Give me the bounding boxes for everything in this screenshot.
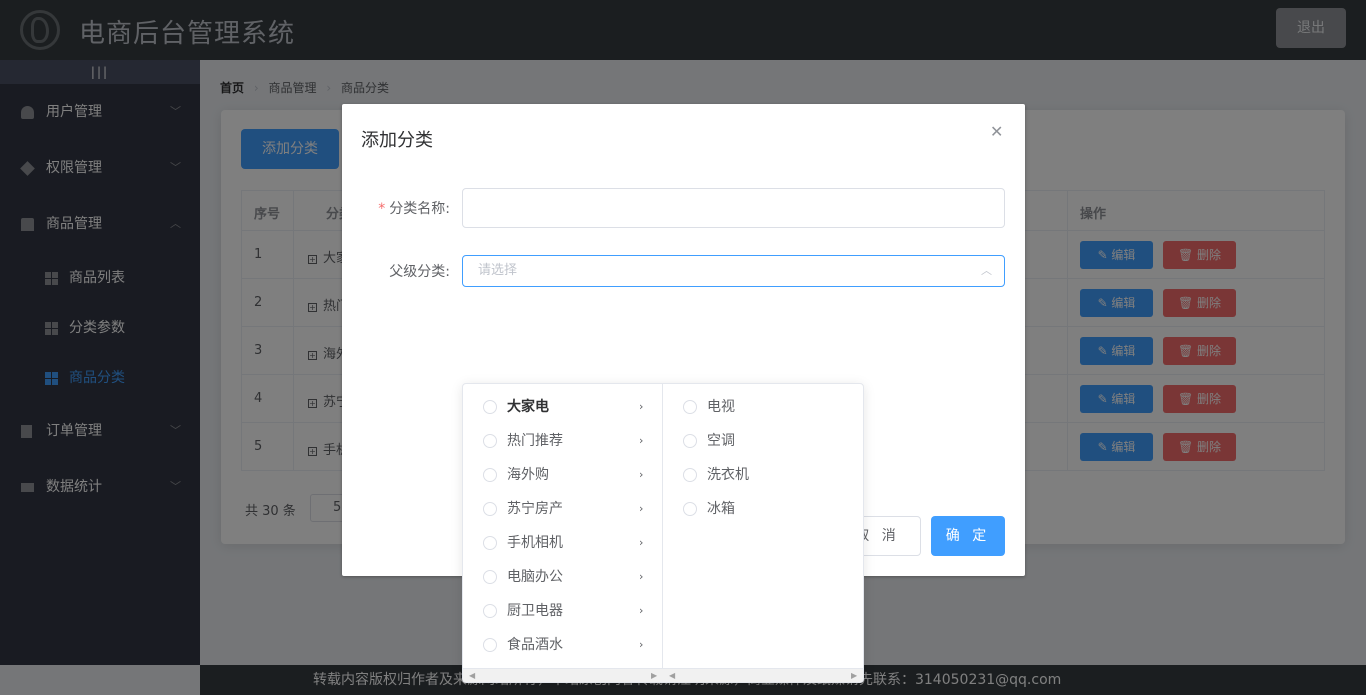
radio-icon[interactable] [483, 502, 497, 516]
radio-icon[interactable] [483, 400, 497, 414]
category-name-label: * 分类名称: [378, 201, 450, 217]
scroll-right-icon[interactable]: ▶ [651, 669, 657, 682]
chevron-right-icon: › [639, 604, 644, 617]
radio-icon[interactable] [483, 536, 497, 550]
cascader-option[interactable]: 冰箱 [663, 492, 863, 526]
cascader-option[interactable]: 电视 [663, 390, 863, 424]
chevron-right-icon: › [639, 434, 644, 447]
chevron-right-icon: › [639, 468, 644, 481]
chevron-right-icon: › [639, 400, 644, 413]
chevron-right-icon: › [639, 502, 644, 515]
radio-icon[interactable] [683, 468, 697, 482]
cascader-option[interactable]: 手机相机 › [463, 526, 663, 560]
cascader-option[interactable]: 空调 [663, 424, 863, 458]
radio-icon[interactable] [683, 400, 697, 414]
dialog-title: 添加分类 [361, 130, 433, 151]
cascader-option[interactable]: 大家电 › [463, 390, 663, 424]
close-icon[interactable]: ✕ [990, 122, 1003, 141]
chevron-right-icon: › [639, 570, 644, 583]
chevron-right-icon: › [639, 638, 644, 651]
category-name-input[interactable] [462, 188, 1005, 228]
cascader-panel-level2: 电视 空调 洗衣机 冰箱 [663, 384, 863, 682]
radio-icon[interactable] [483, 570, 497, 584]
radio-icon[interactable] [483, 434, 497, 448]
scroll-left-icon[interactable]: ◀ [469, 669, 475, 682]
cascader-option[interactable]: 海外购 › [463, 458, 663, 492]
chevron-right-icon: › [639, 536, 644, 549]
chevron-up-icon: ︿ [981, 264, 992, 277]
cascader-option[interactable]: 苏宁房产 › [463, 492, 663, 526]
scroll-left-icon[interactable]: ◀ [669, 669, 675, 682]
cascader-option[interactable]: 厨卫电器 › [463, 594, 663, 628]
cascader-dropdown: 大家电 › 热门推荐 › 海外购 › 苏宁房产 › 手机相机 › 电脑办公 › 厨卫电器 › … [462, 383, 864, 683]
cascader-option[interactable]: 热门推荐 › [463, 424, 663, 458]
radio-icon[interactable] [683, 434, 697, 448]
radio-icon[interactable] [483, 604, 497, 618]
cascader-option[interactable]: 食品酒水 › [463, 628, 663, 662]
radio-icon[interactable] [483, 638, 497, 652]
scroll-right-icon[interactable]: ▶ [851, 669, 857, 682]
cascader-placeholder: 请选择 [478, 263, 518, 278]
parent-category-cascader[interactable]: 请选择 ︿ [462, 255, 1005, 287]
radio-icon[interactable] [483, 468, 497, 482]
radio-icon[interactable] [683, 502, 697, 516]
cascader-option[interactable]: 电脑办公 › [463, 560, 663, 594]
confirm-button[interactable]: 确 定 [931, 516, 1005, 556]
parent-category-label: 父级分类: [389, 264, 450, 280]
cascader-panel-level1: 大家电 › 热门推荐 › 海外购 › 苏宁房产 › 手机相机 › 电脑办公 › 厨卫电器 › … [463, 384, 663, 682]
horizontal-scrollbar[interactable]: ◀ ▶ ◀ ▶ [463, 668, 863, 682]
cascader-option[interactable]: 洗衣机 [663, 458, 863, 492]
